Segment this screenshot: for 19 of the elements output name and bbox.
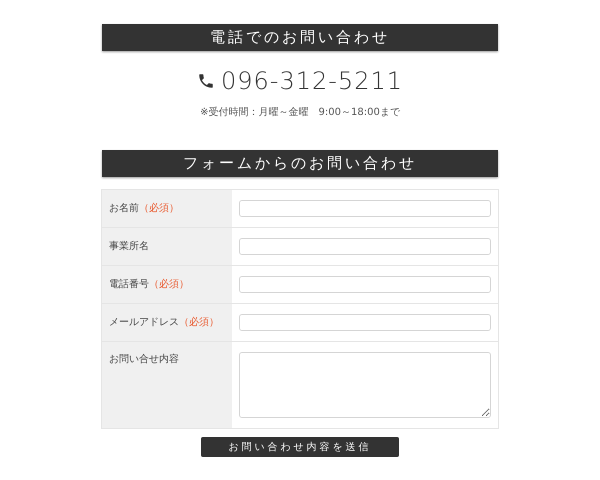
field-label: お問い合せ内容 [109, 352, 179, 367]
input-field[interactable] [239, 276, 491, 293]
field-label: お名前 [109, 202, 139, 216]
hours-note: ※受付時間：月曜～金曜 9:00～18:00まで [200, 106, 400, 120]
required-mark: （必須） [179, 316, 219, 330]
field-label: 電話番号 [109, 278, 149, 292]
section-heading: フォームからのお問い合わせ [102, 150, 498, 177]
field-label: メールアドレス [109, 316, 179, 330]
input-field[interactable] [239, 200, 491, 217]
submit-button[interactable]: お問い合わせ内容を送信 [201, 437, 399, 457]
phone-number: 096-312-5211 [220, 66, 403, 97]
input-field[interactable] [239, 314, 491, 331]
required-mark: （必須） [139, 202, 179, 216]
section-heading: 電話でのお問い合わせ [102, 24, 498, 51]
field-label: 事業所名 [109, 240, 149, 254]
phone-icon [196, 72, 215, 90]
required-mark: （必須） [149, 278, 189, 292]
message-field[interactable] [239, 352, 491, 418]
input-field[interactable] [239, 238, 491, 255]
